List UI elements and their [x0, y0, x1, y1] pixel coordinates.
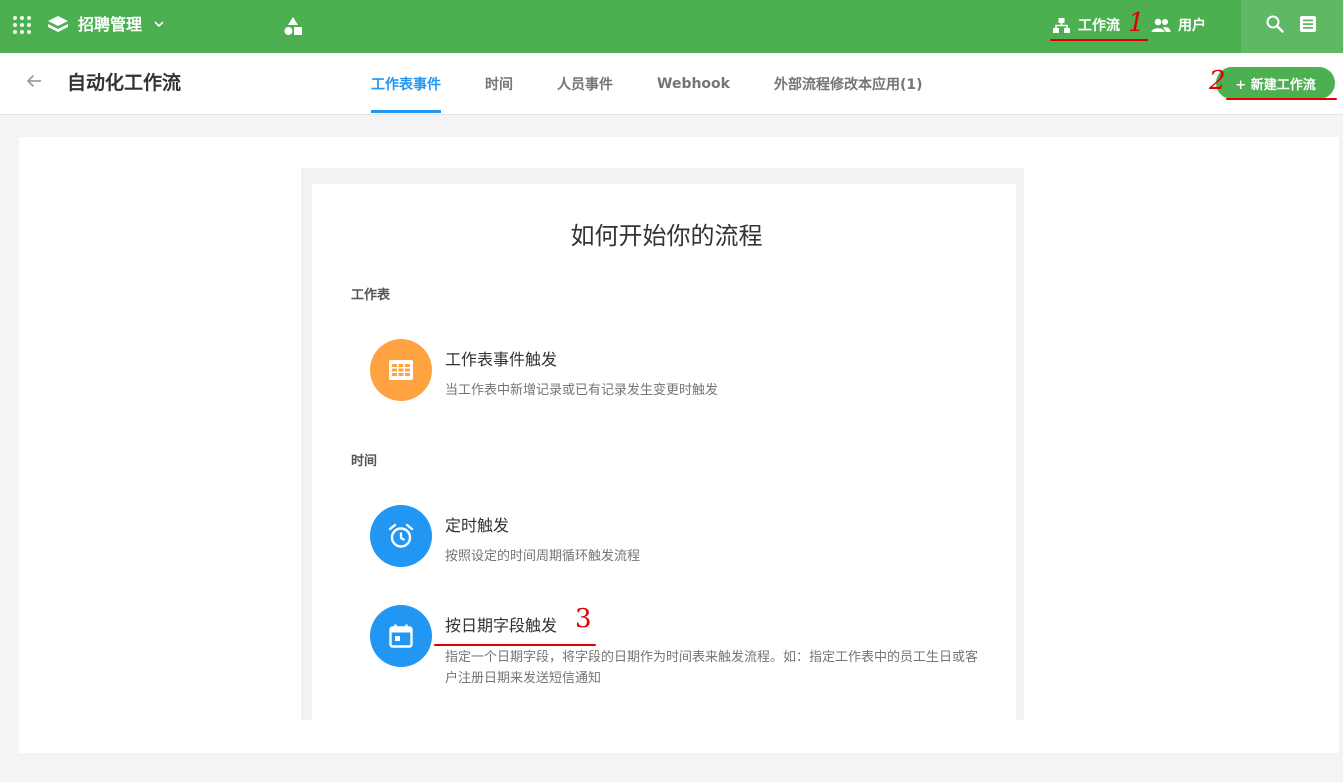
trigger-desc: 当工作表中新增记录或已有记录发生变更时触发 — [445, 383, 719, 398]
users-icon — [1151, 18, 1171, 32]
trigger-scheduled[interactable]: 定时触发 按照设定的时间周期循环触发流程 — [370, 505, 990, 569]
tab-people-events[interactable]: 人员事件 — [557, 53, 613, 114]
app-logo-icon — [48, 16, 68, 32]
document-list-icon[interactable] — [1298, 14, 1318, 34]
new-workflow-button[interactable]: + 新建工作流 — [1216, 67, 1335, 99]
section-label-time: 时间 — [351, 454, 378, 469]
trigger-icon-circle — [370, 339, 432, 401]
workflow-icon — [1053, 17, 1070, 33]
trigger-title: 按日期字段触发 — [445, 616, 558, 635]
section-label-worksheet: 工作表 — [351, 288, 391, 303]
app-name[interactable]: 招聘管理 — [78, 14, 142, 36]
nav-workflow-label: 工作流 — [1078, 18, 1120, 34]
trigger-title: 定时触发 — [445, 516, 510, 535]
trigger-title: 工作表事件触发 — [445, 350, 558, 369]
trigger-date-field[interactable]: 按日期字段触发 指定一个日期字段，将字段的日期作为时间表来触发流程。如：指定工作… — [370, 605, 990, 695]
trigger-worksheet-event[interactable]: 工作表事件触发 当工作表中新增记录或已有记录发生变更时触发 — [370, 339, 990, 403]
shapes-icon[interactable] — [283, 15, 303, 37]
tab-webhook[interactable]: Webhook — [657, 53, 730, 114]
annotation-underline — [1050, 39, 1148, 41]
trigger-icon-circle — [370, 605, 432, 667]
trigger-desc: 按照设定的时间周期循环触发流程 — [445, 549, 641, 564]
alarm-clock-icon — [388, 523, 414, 548]
trigger-desc: 指定一个日期字段，将字段的日期作为时间表来触发流程。如：指定工作表中的员工生日或… — [445, 650, 979, 686]
back-arrow-icon[interactable] — [24, 71, 44, 91]
tab-external-flows[interactable]: 外部流程修改本应用(1) — [774, 53, 923, 114]
nav-users[interactable]: 用户 — [1151, 13, 1206, 37]
page-title: 自动化工作流 — [67, 72, 182, 94]
search-icon[interactable] — [1265, 14, 1285, 34]
top-right-actions — [1241, 0, 1343, 53]
annotation-two: 2 — [1209, 66, 1226, 96]
chevron-down-icon[interactable] — [152, 17, 166, 31]
tab-time[interactable]: 时间 — [485, 53, 513, 114]
trigger-icon-circle — [370, 505, 432, 567]
tab-worksheet-events[interactable]: 工作表事件 — [371, 53, 441, 114]
annotation-three: 3 — [575, 604, 592, 634]
guide-heading: 如何开始你的流程 — [570, 222, 763, 250]
page-header: 自动化工作流 工作表事件 时间 人员事件 Webhook 外部流程修改本应用(1… — [0, 53, 1343, 115]
nav-workflow[interactable]: 工作流 — [1052, 13, 1120, 37]
nav-users-label: 用户 — [1178, 18, 1206, 34]
annotation-underline — [1226, 98, 1337, 100]
annotation-underline — [434, 644, 596, 646]
app-grid-icon[interactable] — [13, 16, 31, 34]
tab-bar: 工作表事件 时间 人员事件 Webhook 外部流程修改本应用(1) — [371, 53, 967, 114]
annotation-one: 1 — [1128, 8, 1145, 38]
calendar-icon — [389, 624, 413, 648]
table-grid-icon — [389, 360, 413, 380]
